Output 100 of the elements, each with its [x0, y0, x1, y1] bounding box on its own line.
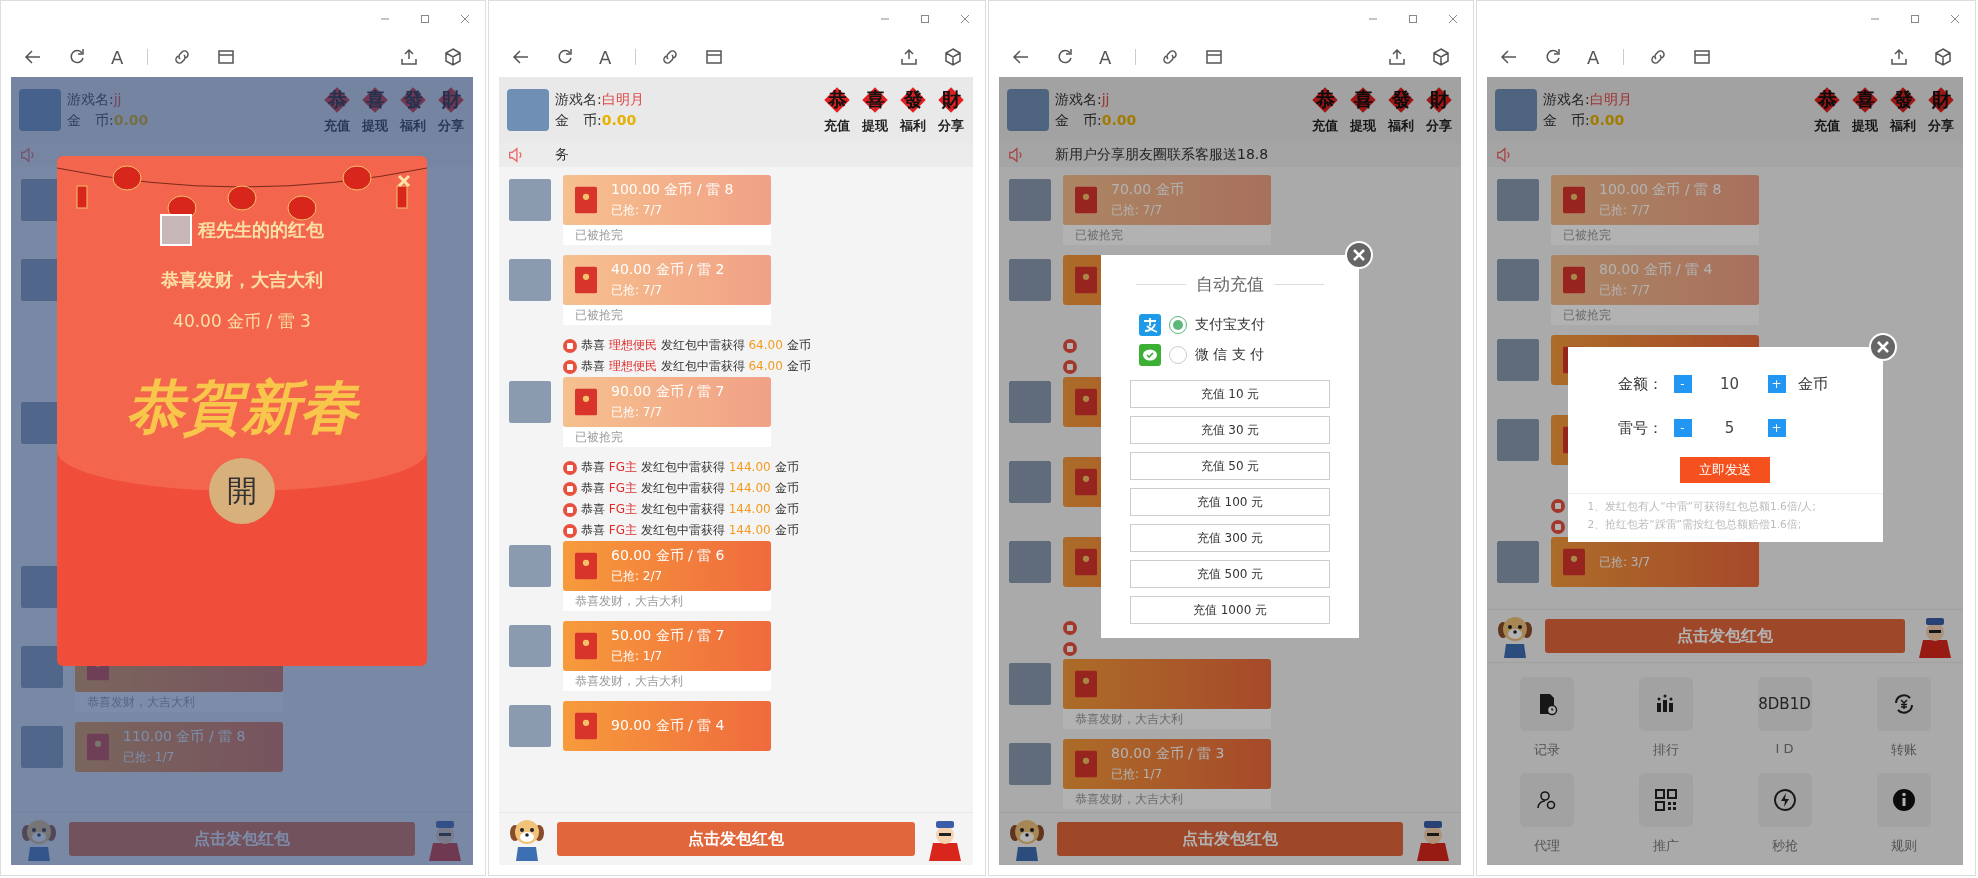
recharge-option-button[interactable]: 充值 100 元 [1130, 488, 1330, 516]
open-button[interactable]: 開 [209, 458, 275, 524]
share-icon[interactable] [1387, 47, 1407, 67]
cube-icon[interactable] [443, 47, 463, 67]
qr-code-icon [1653, 788, 1678, 812]
stepper-value: 10 [1718, 375, 1741, 393]
send-packet-button[interactable]: 点击发包红包 [1545, 619, 1905, 653]
send-packet-button[interactable]: 点击发包红包 [1057, 822, 1403, 856]
action-button[interactable]: 發 福利 [1387, 85, 1415, 135]
envelope-icon [1075, 468, 1097, 496]
packet-progress: 已抢: 1/7 [1111, 766, 1164, 783]
notice-icon [1063, 359, 1077, 374]
packet-card[interactable]: 70.00 金币 已抢: 7/7 [1063, 175, 1271, 225]
action-button[interactable]: 喜 提现 [361, 85, 389, 135]
envelope-icon [575, 186, 597, 214]
action-button[interactable]: 發 福利 [399, 85, 427, 135]
packet-card[interactable]: 80.00 金币 / 雷 3 已抢: 1/7 [1063, 739, 1271, 789]
font-size-button[interactable]: A [1587, 46, 1600, 68]
close-icon[interactable] [1949, 13, 1961, 25]
send-packet-button[interactable]: 点击发包红包 [557, 822, 915, 856]
recharge-option-button[interactable]: 充值 1000 元 [1130, 596, 1330, 624]
decrement-button[interactable]: - [1673, 419, 1692, 437]
window-icon[interactable] [216, 47, 237, 67]
coin-balance: 0.00 [601, 111, 637, 128]
action-button[interactable]: 財 分享 [937, 85, 965, 135]
recharge-option-button[interactable]: 充值 50 元 [1130, 452, 1330, 480]
cube-icon[interactable] [1431, 47, 1451, 67]
action-button[interactable]: 喜 提现 [1851, 85, 1879, 135]
decrement-button[interactable]: - [1673, 375, 1692, 393]
avatar-image [509, 705, 551, 747]
envelope-icon [1563, 186, 1585, 214]
cube-icon[interactable] [1933, 47, 1953, 67]
notice-text: 恭喜 理想便民 发红包中雷获得 64.00 金币 [581, 358, 811, 375]
send-now-button[interactable]: 立即发送 [1680, 457, 1770, 483]
window-icon[interactable] [1204, 47, 1225, 67]
packet-amount: 80.00 金币 / 雷 3 [1111, 745, 1225, 763]
coin-balance: 0.00 [1101, 111, 1137, 128]
increment-button[interactable]: + [1767, 375, 1786, 393]
recharge-option-button[interactable]: 充值 300 元 [1130, 524, 1330, 552]
coin-balance: 0.00 [113, 111, 149, 128]
avatar-image [19, 89, 61, 131]
close-icon[interactable] [1447, 13, 1459, 25]
cube-icon[interactable] [943, 47, 963, 67]
action-button[interactable]: 發 福利 [1889, 85, 1917, 135]
envelope-icon [575, 712, 597, 740]
packet-caption: 已被抢完 [1551, 225, 1759, 245]
action-button[interactable]: 喜 提现 [1349, 85, 1377, 135]
action-button[interactable]: 財 分享 [1927, 85, 1955, 135]
maximize-icon[interactable] [419, 13, 431, 25]
maximize-icon[interactable] [1407, 13, 1419, 25]
packet-card[interactable]: 60.00 金币 / 雷 6 已抢: 2/7 [563, 541, 771, 591]
packet-card[interactable]: 50.00 金币 / 雷 7 已抢: 1/7 [563, 621, 771, 671]
maximize-icon[interactable] [919, 13, 931, 25]
action-button[interactable]: 財 分享 [437, 85, 465, 135]
stepper-value: 5 [1723, 419, 1736, 437]
player-name: 白明月 [1589, 90, 1632, 107]
share-icon[interactable] [899, 47, 919, 67]
action-button[interactable]: 財 分享 [1425, 85, 1453, 135]
recharge-option-button[interactable]: 充值 30 元 [1130, 416, 1330, 444]
packet-caption: 恭喜发财，大吉大利 [1063, 709, 1271, 729]
font-size-button[interactable]: A [111, 46, 124, 68]
action-button[interactable]: 恭 充值 [1813, 85, 1841, 135]
packet-amount: 90.00 金币 / 雷 7 [611, 383, 725, 401]
action-button[interactable]: 發 福利 [899, 85, 927, 135]
envelope-icon [575, 388, 597, 416]
action-button[interactable]: 恭 充值 [323, 85, 351, 135]
packet-progress: 已抢: 1/7 [123, 749, 176, 766]
wechat-icon [1139, 344, 1161, 366]
action-button[interactable]: 喜 提现 [861, 85, 889, 135]
share-icon[interactable] [1889, 47, 1909, 67]
action-button[interactable]: 恭 充值 [823, 85, 851, 135]
alipay-icon [1139, 314, 1161, 336]
envelope-icon [1075, 750, 1097, 778]
close-icon[interactable] [959, 13, 971, 25]
close-icon[interactable] [459, 13, 471, 25]
name-label: 游戏名: [555, 90, 602, 107]
recharge-option-button[interactable]: 充值 500 元 [1130, 560, 1330, 588]
envelope-icon [1563, 266, 1585, 294]
window-icon[interactable] [1692, 47, 1713, 67]
packet-card[interactable]: 100.00 金币 / 雷 8 已抢: 7/7 [1551, 175, 1759, 225]
packet-card[interactable]: 80.00 金币 / 雷 4 已抢: 7/7 [1551, 255, 1759, 305]
font-size-button[interactable]: A [599, 46, 612, 68]
recharge-option-button[interactable]: 充值 10 元 [1130, 380, 1330, 408]
packet-card[interactable]: 90.00 金币 / 雷 7 已抢: 7/7 [563, 377, 771, 427]
notice-icon [563, 502, 577, 517]
share-icon[interactable] [399, 47, 419, 67]
packet-card[interactable]: 110.00 金币 / 雷 8 已抢: 1/7 [75, 722, 283, 772]
packet-card[interactable]: 40.00 金币 / 雷 2 已抢: 7/7 [563, 255, 771, 305]
window-icon[interactable] [704, 47, 725, 67]
maximize-icon[interactable] [1909, 13, 1921, 25]
avatar-image [509, 545, 551, 587]
font-size-button[interactable]: A [1099, 46, 1112, 68]
packet-card[interactable]: 90.00 金币 / 雷 4 [563, 701, 771, 751]
increment-button[interactable]: + [1767, 419, 1786, 437]
send-packet-button[interactable]: 点击发包红包 [69, 822, 415, 856]
action-button[interactable]: 恭 充值 [1311, 85, 1339, 135]
packet-card[interactable]: 100.00 金币 / 雷 8 已抢: 7/7 [563, 175, 771, 225]
dog-mascot-icon [507, 817, 547, 861]
packet-progress: 已抢: 3/7 [1599, 553, 1651, 571]
avatar-image [1497, 419, 1539, 461]
